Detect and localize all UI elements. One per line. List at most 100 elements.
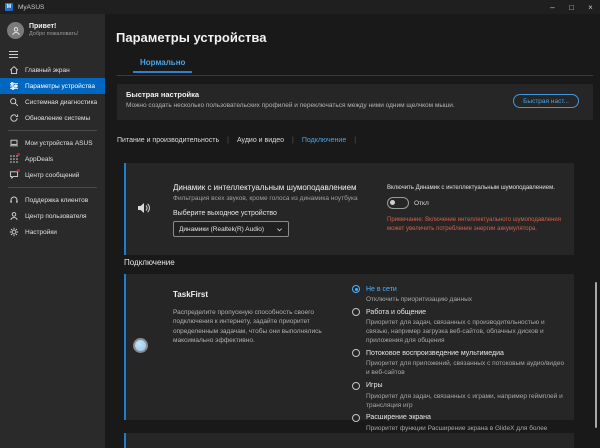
- notification-badge: [17, 153, 20, 156]
- sidebar-divider: [8, 130, 97, 131]
- quick-settings-title: Быстрая настройка: [126, 90, 199, 99]
- tab-audio-video[interactable]: Аудио и видео: [237, 137, 292, 144]
- sidebar-item-user-center[interactable]: Центр пользователя: [0, 208, 105, 224]
- diagnostics-icon: [9, 97, 19, 107]
- option-label: Игры: [366, 382, 383, 389]
- output-device-label: Выберите выходное устройство: [173, 210, 385, 217]
- support-icon: [9, 195, 19, 205]
- app-window: M MyASUS – □ × Привет! Добро пожаловать!…: [0, 0, 600, 448]
- chevron-down-icon: [276, 226, 283, 233]
- option-description: Приоритет для приложений, связанных с по…: [366, 359, 568, 377]
- quick-settings-description: Можно создать несколько пользовательских…: [126, 102, 496, 109]
- toggle-knob-icon: [390, 200, 395, 205]
- tab-separator: |: [227, 137, 237, 144]
- sidebar-divider: [8, 187, 97, 188]
- noise-cancel-toggle-label: Включить Динамик с интеллектуальным шумо…: [387, 185, 571, 191]
- vertical-scrollbar[interactable]: [595, 282, 597, 428]
- speaker-icon: [136, 200, 152, 216]
- battery-warning-note: Примечание: Включение интеллектуального …: [387, 216, 571, 234]
- speaker-feature-subtitle: Фильтрация всех звуков, кроме голоса из …: [173, 195, 385, 202]
- output-device-value: Динамики (Realtek(R) Audio): [179, 226, 264, 233]
- user-profile[interactable]: Привет! Добро пожаловать!: [0, 14, 105, 41]
- appdeals-icon: [9, 154, 19, 164]
- sidebar-item-device-settings[interactable]: Параметры устройства: [0, 78, 105, 94]
- taskfirst-description: Распределите пропускную способность свое…: [173, 308, 345, 346]
- sidebar-item-label: Центр пользователя: [25, 213, 87, 220]
- maximize-icon[interactable]: □: [562, 0, 581, 14]
- sidebar-item-label: Главный экран: [25, 67, 70, 74]
- next-settings-card-partial: [124, 433, 574, 448]
- home-icon: [9, 65, 19, 75]
- sidebar-item-message-center[interactable]: Центр сообщений: [0, 167, 105, 183]
- taskfirst-option-media-streaming[interactable]: Потоковое воспроизведение мультимедиа Пр…: [352, 349, 568, 377]
- toggle-state-text: Откл: [414, 200, 429, 207]
- settings-tabs: Питание и производительность| Аудио и ви…: [117, 137, 364, 144]
- option-description: Приоритет для задач, связанных с играми,…: [366, 392, 568, 410]
- notification-badge: [17, 169, 20, 172]
- quick-settings-button[interactable]: Быстрая наст...: [513, 94, 579, 108]
- taskfirst-option-offline[interactable]: Не в сети Отключить приоритизацию данных: [352, 285, 568, 304]
- tab-profile-normal[interactable]: Нормально: [133, 58, 192, 73]
- sidebar-item-label: Поддержка клиентов: [25, 197, 88, 204]
- sidebar-item-system-diagnostics[interactable]: Системная диагностика: [0, 94, 105, 110]
- radio-icon[interactable]: [352, 308, 360, 316]
- taskfirst-option-work-communication[interactable]: Работа и общение Приоритет для задач, св…: [352, 308, 568, 345]
- main-content: Параметры устройства Нормально Быстрая н…: [105, 14, 600, 448]
- avatar: [7, 22, 24, 39]
- quick-settings-card: Быстрая настройка Можно создать нескольк…: [117, 84, 593, 120]
- device-settings-icon: [9, 81, 19, 91]
- sidebar-item-my-asus-devices[interactable]: Мои устройства ASUS: [0, 135, 105, 151]
- radio-icon[interactable]: [352, 382, 360, 390]
- sidebar-item-label: Мои устройства ASUS: [25, 140, 93, 147]
- menu-toggle-icon[interactable]: [9, 51, 18, 58]
- window-controls: – □ ×: [543, 0, 600, 14]
- taskfirst-option-games[interactable]: Игры Приоритет для задач, связанных с иг…: [352, 382, 568, 410]
- taskfirst-options: Не в сети Отключить приоритизацию данных…: [352, 285, 568, 446]
- sidebar-item-label: Настройки: [25, 229, 57, 236]
- messages-icon: [9, 170, 19, 180]
- user-greeting: Привет!: [29, 23, 78, 31]
- radio-icon[interactable]: [352, 349, 360, 357]
- taskfirst-card: TaskFirst Распределите пропускную способ…: [124, 274, 574, 420]
- minimize-icon[interactable]: –: [543, 0, 562, 14]
- connection-section-title: Подключение: [124, 258, 175, 267]
- sidebar-item-label: Системная диагностика: [25, 99, 97, 106]
- option-label: Потоковое воспроизведение мультимедиа: [366, 350, 504, 357]
- sidebar-item-settings[interactable]: Настройки: [0, 224, 105, 240]
- sidebar-item-label: Параметры устройства: [25, 83, 95, 90]
- sidebar: Привет! Добро пожаловать! Главный экран …: [0, 14, 105, 448]
- titlebar: M MyASUS – □ ×: [0, 0, 600, 14]
- system-update-icon: [9, 113, 19, 123]
- option-description: Отключить приоритизацию данных: [366, 295, 568, 304]
- taskfirst-title: TaskFirst: [173, 290, 345, 299]
- option-description: Приоритет для задач, связанных с произво…: [366, 318, 568, 345]
- window-title: MyASUS: [18, 4, 44, 11]
- tab-power-performance[interactable]: Питание и производительность: [117, 137, 227, 144]
- close-icon[interactable]: ×: [581, 0, 600, 14]
- taskfirst-icon: [133, 338, 148, 353]
- tab-separator: |: [354, 137, 364, 144]
- sidebar-item-appdeals[interactable]: AppDeals: [0, 151, 105, 167]
- page-title: Параметры устройства: [116, 30, 266, 45]
- tab-separator: |: [292, 137, 302, 144]
- sidebar-item-label: Обновление системы: [25, 115, 90, 122]
- header-divider: [117, 75, 593, 76]
- sidebar-nav: Главный экран Параметры устройства Систе…: [0, 62, 105, 240]
- sidebar-item-label: Центр сообщений: [25, 172, 79, 179]
- sidebar-item-system-update[interactable]: Обновление системы: [0, 110, 105, 126]
- sidebar-item-home[interactable]: Главный экран: [0, 62, 105, 78]
- settings-icon: [9, 227, 19, 237]
- sidebar-item-customer-support[interactable]: Поддержка клиентов: [0, 192, 105, 208]
- smart-speaker-card: Динамик с интеллектуальным шумоподавлени…: [124, 163, 574, 255]
- devices-icon: [9, 138, 19, 148]
- sidebar-item-label: AppDeals: [25, 156, 53, 163]
- noise-cancel-toggle[interactable]: [387, 197, 409, 209]
- user-welcome: Добро пожаловать!: [29, 31, 78, 38]
- tab-connection[interactable]: Подключение: [302, 137, 354, 144]
- myasus-logo-icon: M: [5, 3, 13, 11]
- radio-icon[interactable]: [352, 414, 360, 422]
- option-label: Не в сети: [366, 286, 397, 293]
- output-device-select[interactable]: Динамики (Realtek(R) Audio): [173, 221, 289, 237]
- option-label: Расширение экрана: [366, 414, 431, 421]
- radio-icon[interactable]: [352, 285, 360, 293]
